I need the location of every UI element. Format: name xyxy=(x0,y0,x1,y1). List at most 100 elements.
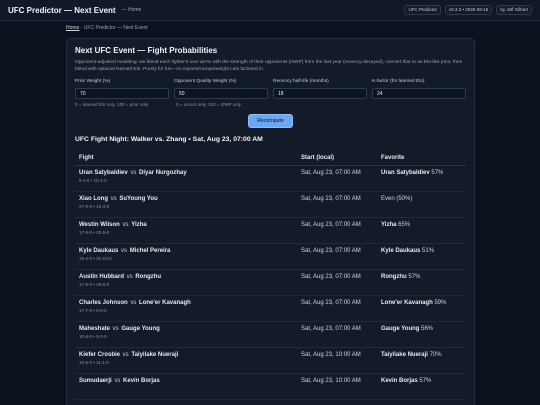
start-cell: Sat, Aug 23, 10:00 AM xyxy=(297,373,377,400)
header-badges: UFC Predictor v0.3.3 • 2025-08-16 by Jef… xyxy=(404,5,532,15)
fight-matchup: Xiao Long vs SuYoung You xyxy=(79,196,291,202)
fighter-a: Austin Hubbard xyxy=(79,274,124,280)
vs-label: vs xyxy=(128,170,139,176)
fight-cell: Maheshate vs Gauge Young 10-6-0 • 9-3-0 xyxy=(75,321,297,348)
favorite-cell: Taiyilake Nueraji 70% xyxy=(377,347,466,374)
table-row: Kyle Daukaus vs Michel Pereira 15-4-0 • 3… xyxy=(75,243,466,270)
version-badge: v0.3.3 • 2025-08-16 xyxy=(444,5,493,15)
param-label: Opponent Quality Weight (%) xyxy=(174,79,237,84)
fighter-a: Charles Johnson xyxy=(79,300,128,306)
card-description: Opponent-adjusted modeling: we blend eac… xyxy=(75,60,463,72)
fighter-b: SuYoung You xyxy=(119,196,158,202)
predictions-card: Next UFC Event — Fight Probabilities Opp… xyxy=(66,38,475,405)
favorite-name: Gauge Young xyxy=(381,326,420,332)
start-cell: Sat, Aug 23, 07:00 AM xyxy=(297,217,377,244)
author-badge: by Jeff Gilbert xyxy=(496,5,532,15)
app-title: UFC Predictor — Next Event xyxy=(8,5,116,15)
fight-matchup: Sumudaerji vs Kevin Borjas xyxy=(79,378,291,384)
param-prior-weight: Prior Weight (%) 70 xyxy=(75,79,169,99)
fight-cell: Kiefer Crosbie vs Taiyilake Nueraji 10-5-… xyxy=(75,347,297,374)
table-row: Xiao Long vs SuYoung You 27-9-0 • 15-3-0 S… xyxy=(75,191,466,218)
fighter-a: Maheshate xyxy=(79,326,111,332)
favorite-name: Kyle Daukaus xyxy=(381,248,421,254)
favorite-name: Rongzhu xyxy=(381,274,407,280)
fight-cell: Kyle Daukaus vs Michel Pereira 15-4-0 • 3… xyxy=(75,243,297,270)
prior-weight-hint: 0 = learned Elo only, 100 = prior only xyxy=(75,102,149,107)
fight-matchup: Uran Satybaldiev vs Diyar Nurgozhay xyxy=(79,170,291,176)
opponent-quality-input[interactable]: 50 xyxy=(174,88,268,99)
favorite-probability: 59% xyxy=(434,300,447,306)
column-header-fight: Fight xyxy=(75,151,297,166)
fight-cell: Austin Hubbard vs Rongzhu 17-9-0 • 28-6-0 xyxy=(75,269,297,296)
favorite-cell: Gauge Young 56% xyxy=(377,321,466,348)
recency-half-life-input[interactable]: 18 xyxy=(273,88,367,99)
vs-label: vs xyxy=(121,352,131,358)
favorite-probability: 56% xyxy=(421,326,434,332)
fights-table: Fight Start (local) Favorite Uran Satyba… xyxy=(75,151,466,400)
breadcrumb-current: · UFC Predictor — Next Event xyxy=(79,25,148,31)
favorite-cell: Kevin Borjas 57% xyxy=(377,373,466,400)
breadcrumb: Home · UFC Predictor — Next Event xyxy=(66,25,148,31)
start-cell: Sat, Aug 23, 07:00 AM xyxy=(297,295,377,322)
fighter-a: Sumudaerji xyxy=(79,378,112,384)
favorite-name: Yizha xyxy=(381,222,397,228)
event-title: UFC Fight Night: Walker vs. Zhang • Sat,… xyxy=(75,136,263,143)
param-recency-half-life: Recency half-life (months) 18 xyxy=(273,79,367,99)
param-k-factor: K-factor (for learned Elo) 24 xyxy=(372,79,466,99)
column-header-start: Start (local) xyxy=(297,151,377,166)
card-title: Next UFC Event — Fight Probabilities xyxy=(75,46,218,55)
home-link[interactable]: — Home xyxy=(122,7,142,13)
vs-label: vs xyxy=(125,274,135,280)
fighter-b: Taiyilake Nueraji xyxy=(131,352,179,358)
fighter-b: Diyar Nurgozhay xyxy=(139,170,187,176)
favorite-probability: 51% xyxy=(422,248,435,254)
favorite-name: Lone'er Kavanagh xyxy=(381,300,433,306)
opponent-quality-hint: 0 = record only, 100 = OWP only xyxy=(176,102,241,107)
fight-cell: Uran Satybaldiev vs Diyar Nurgozhay 8-1-0… xyxy=(75,165,297,192)
start-cell: Sat, Aug 23, 07:00 AM xyxy=(297,191,377,218)
recompute-button[interactable]: Recompute xyxy=(248,114,293,128)
fighter-b: Yizha xyxy=(131,222,147,228)
vs-label: vs xyxy=(112,378,123,384)
recompute-row: Recompute xyxy=(75,114,466,128)
table-row: Westin Wilson vs Yizha 17-9-0 • 25-5-0 Sat… xyxy=(75,217,466,244)
fight-matchup: Kiefer Crosbie vs Taiyilake Nueraji xyxy=(79,352,291,358)
table-row: Maheshate vs Gauge Young 10-6-0 • 9-3-0 Sa… xyxy=(75,321,466,348)
fight-matchup: Austin Hubbard vs Rongzhu xyxy=(79,274,291,280)
table-header-row: Fight Start (local) Favorite xyxy=(75,151,466,166)
fighter-a: Xiao Long xyxy=(79,196,108,202)
favorite-probability: 70% xyxy=(429,352,442,358)
fight-records: 17-9-0 • 25-5-0 xyxy=(79,230,110,235)
fight-cell: Charles Johnson vs Lone'er Kavanagh 17-7-… xyxy=(75,295,297,322)
param-label: K-factor (for learned Elo) xyxy=(372,79,425,84)
fight-matchup: Westin Wilson vs Yizha xyxy=(79,222,291,228)
fight-records: 17-7-0 • 9-0-0 xyxy=(79,308,107,313)
table-row: Uran Satybaldiev vs Diyar Nurgozhay 8-1-0… xyxy=(75,165,466,192)
fight-matchup: Maheshate vs Gauge Young xyxy=(79,326,291,332)
table-row: Charles Johnson vs Lone'er Kavanagh 17-7-… xyxy=(75,295,466,322)
breadcrumb-home-link[interactable]: Home xyxy=(66,25,79,31)
favorite-cell: Lone'er Kavanagh 59% xyxy=(377,295,466,322)
table-row: Sumudaerji vs Kevin Borjas Sat, Aug 23, 1… xyxy=(75,373,466,400)
table-row: Kiefer Crosbie vs Taiyilake Nueraji 10-5-… xyxy=(75,347,466,374)
column-header-favorite: Favorite xyxy=(377,151,466,166)
fighter-a: Kiefer Crosbie xyxy=(79,352,121,358)
vs-label: vs xyxy=(128,300,139,306)
favorite-probability: 57% xyxy=(431,170,444,176)
fighter-a: Uran Satybaldiev xyxy=(79,170,128,176)
fight-cell: Westin Wilson vs Yizha 17-9-0 • 25-5-0 xyxy=(75,217,297,244)
vs-label: vs xyxy=(111,326,121,332)
favorite-name: Taiyilake Nueraji xyxy=(381,352,428,358)
brand-badge: UFC Predictor xyxy=(404,5,441,15)
favorite-name: Uran Satybaldiev xyxy=(381,170,430,176)
prior-weight-input[interactable]: 70 xyxy=(75,88,169,99)
fighter-b: Kevin Borjas xyxy=(123,378,160,384)
k-factor-input[interactable]: 24 xyxy=(372,88,466,99)
fight-records: 10-6-0 • 9-3-0 xyxy=(79,334,107,339)
fighter-a: Kyle Daukaus xyxy=(79,248,119,254)
favorite-probability: 57% xyxy=(408,274,421,280)
start-cell: Sat, Aug 23, 07:00 AM xyxy=(297,269,377,296)
favorite-name: Kevin Borjas xyxy=(381,378,418,384)
parameter-row: Prior Weight (%) 70 Opponent Quality Wei… xyxy=(75,79,466,99)
fight-records: 27-9-0 • 15-3-0 xyxy=(79,204,110,209)
